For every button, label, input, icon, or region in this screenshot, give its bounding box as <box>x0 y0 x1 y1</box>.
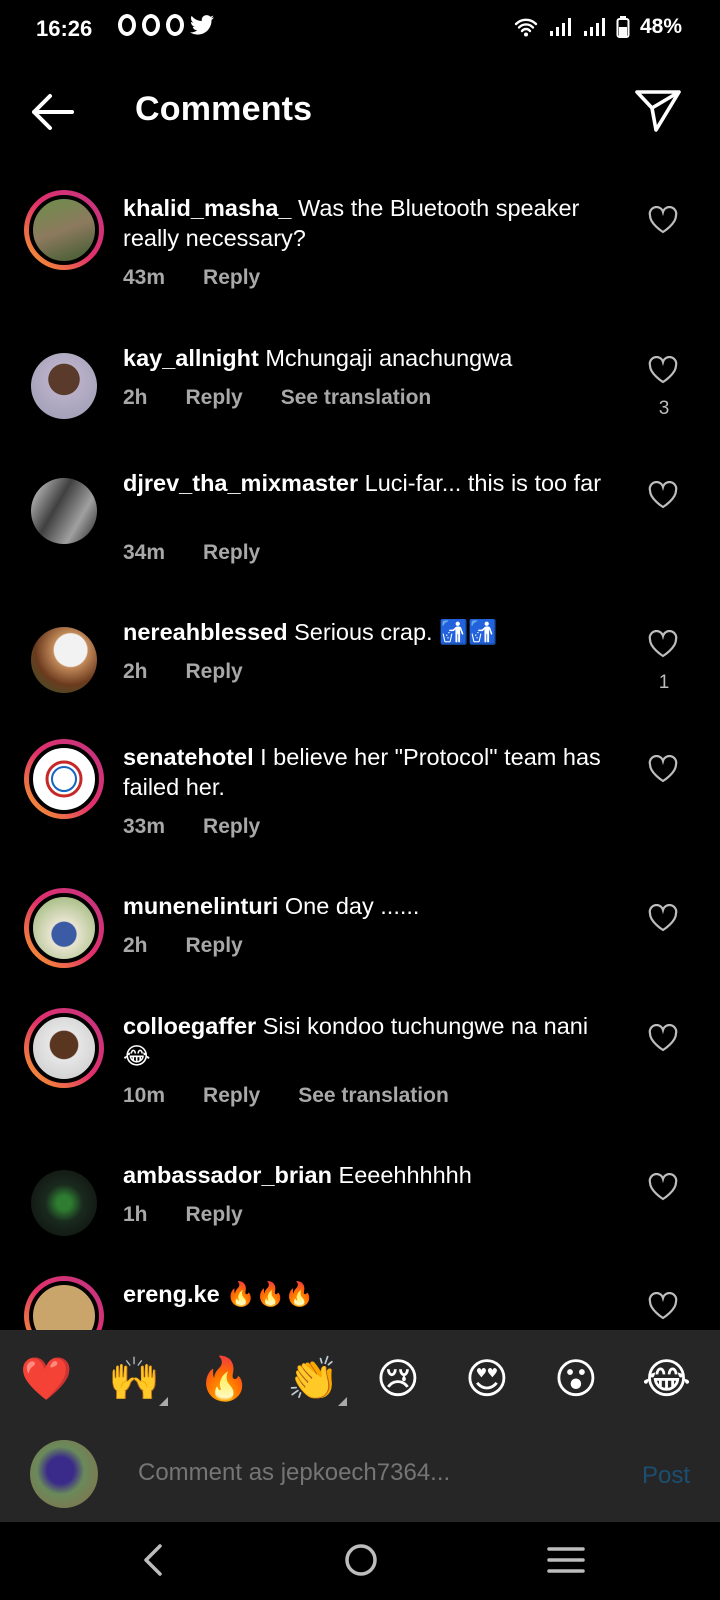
avatar[interactable] <box>24 739 104 819</box>
reply-button[interactable]: Reply <box>203 815 260 839</box>
comment-username[interactable]: kay_allnight <box>123 345 259 371</box>
comment-time: 10m <box>123 1084 166 1107</box>
my-avatar <box>30 1440 98 1508</box>
comment-text: Mchungaji anachungwa <box>265 345 513 371</box>
avatar[interactable] <box>24 1008 104 1088</box>
like-heart-icon[interactable] <box>648 1292 678 1320</box>
nav-home-icon[interactable] <box>336 1538 386 1582</box>
see-translation-button[interactable]: See translation <box>281 386 432 410</box>
emoji-quick-bar: ❤️ 🙌 🔥 👏 😢 😍 😮 😂 <box>0 1330 720 1430</box>
comment-username[interactable]: khalid_masha_ <box>123 195 292 221</box>
comment-time: 33m <box>123 815 166 838</box>
reply-button[interactable]: Reply <box>186 934 243 958</box>
comment-username[interactable]: munenelinturi <box>123 893 278 919</box>
system-nav-bar <box>0 1522 720 1600</box>
avatar[interactable] <box>24 888 104 968</box>
comment-text: 🔥🔥🔥 <box>226 1281 314 1307</box>
emoji-laughing[interactable]: 😂 <box>642 1354 691 1404</box>
battery-percent: 48% <box>639 15 682 38</box>
like-heart-icon[interactable] <box>648 1024 678 1052</box>
status-bar: 16:26 48% <box>0 0 720 62</box>
reply-button[interactable]: Reply <box>203 541 260 565</box>
notification-ring-icon <box>166 14 184 36</box>
like-heart-icon[interactable] <box>648 206 678 234</box>
twitter-icon <box>190 15 214 35</box>
comment-input[interactable] <box>136 1458 580 1488</box>
comment-username[interactable]: senatehotel <box>123 744 254 770</box>
avatar[interactable] <box>31 353 97 419</box>
emoji-clapping[interactable]: 👏 <box>287 1354 348 1406</box>
header: Comments <box>0 62 720 162</box>
see-translation-button[interactable]: See translation <box>298 1084 449 1108</box>
like-heart-icon[interactable] <box>648 755 678 783</box>
like-count: 1 <box>658 672 670 693</box>
emoji-crying[interactable]: 😢 <box>376 1354 420 1404</box>
reply-button[interactable]: Reply <box>203 266 260 290</box>
comment-text: One day ...... <box>284 893 420 919</box>
comment-username[interactable]: ereng.ke <box>123 1281 220 1307</box>
back-arrow-icon[interactable] <box>28 90 76 134</box>
avatar[interactable] <box>31 1170 97 1236</box>
signal-icon <box>549 18 571 36</box>
avatar[interactable] <box>31 478 97 544</box>
emoji-fire[interactable]: 🔥 <box>198 1354 250 1404</box>
like-heart-icon[interactable] <box>648 1173 678 1201</box>
nav-back-icon[interactable] <box>128 1538 178 1582</box>
senatehotel-logo <box>45 760 83 798</box>
system-indicators: 48% <box>514 15 682 39</box>
emoji-heart[interactable]: ❤️ <box>20 1354 72 1404</box>
comment-username[interactable]: djrev_tha_mixmaster <box>123 470 358 496</box>
comment-time: 1h <box>123 1203 148 1226</box>
emoji-heart-eyes[interactable]: 😍 <box>465 1354 509 1404</box>
notification-ring-icon <box>142 14 160 36</box>
reply-button[interactable]: Reply <box>186 660 243 684</box>
like-heart-icon[interactable] <box>648 356 678 384</box>
comment-time: 34m <box>123 541 166 564</box>
notification-ring-icon <box>118 14 136 36</box>
comment-time: 2h <box>123 660 148 683</box>
like-heart-icon[interactable] <box>648 630 678 658</box>
emoji-surprised[interactable]: 😮 <box>554 1354 598 1404</box>
battery-icon <box>616 16 630 38</box>
signal-icon <box>583 18 605 36</box>
comment-username[interactable]: colloegaffer <box>123 1013 256 1039</box>
comment-username[interactable]: nereahblessed <box>123 619 288 645</box>
comment-composer: Post <box>0 1430 720 1522</box>
emoji-raised-hands[interactable]: 🙌 <box>108 1354 169 1406</box>
avatar[interactable] <box>24 190 104 270</box>
page-title: Comments <box>135 90 313 128</box>
comment-text: Serious crap. 🚮🚮 <box>294 619 498 645</box>
skin-tone-indicator-icon <box>159 1397 169 1406</box>
like-count: 3 <box>658 398 670 419</box>
wifi-icon <box>514 18 538 37</box>
comment-time: 43m <box>123 266 166 289</box>
skin-tone-indicator-icon <box>338 1397 348 1406</box>
reply-button[interactable]: Reply <box>186 386 243 410</box>
avatar[interactable] <box>31 627 97 693</box>
reply-button[interactable]: Reply <box>203 1084 260 1108</box>
nav-recents-icon[interactable] <box>541 1538 591 1582</box>
status-time: 16:26 <box>36 16 93 41</box>
notification-icons <box>118 14 214 36</box>
comment-text: Eeeehhhhhh <box>338 1162 472 1188</box>
comment-time: 2h <box>123 934 148 957</box>
reply-button[interactable]: Reply <box>186 1203 243 1227</box>
send-icon[interactable] <box>632 84 684 136</box>
comment-username[interactable]: ambassador_brian <box>123 1162 332 1188</box>
comment-time: 2h <box>123 386 148 409</box>
like-heart-icon[interactable] <box>648 904 678 932</box>
like-heart-icon[interactable] <box>648 481 678 509</box>
comment-text: Luci-far... this is too far <box>364 470 602 496</box>
post-button[interactable]: Post <box>642 1462 690 1490</box>
